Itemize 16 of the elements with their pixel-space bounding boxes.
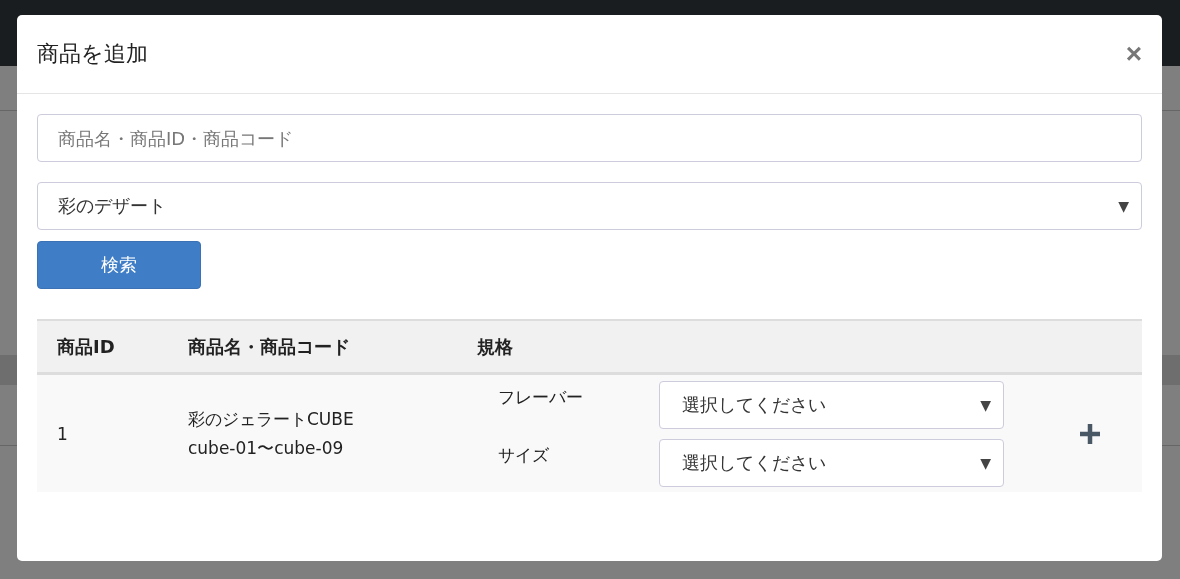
product-code: cube-01〜cube-09 <box>188 436 345 460</box>
spec-label: フレーバー <box>498 386 584 409</box>
column-header: 商品ID <box>56 334 116 359</box>
spec-label: サイズ <box>498 444 550 467</box>
spec-select[interactable]: 選択してください ▼ <box>659 380 1004 429</box>
column-header: 規格 <box>477 334 513 359</box>
product-id-cell-text: 1 <box>56 423 69 444</box>
search-button[interactable]: 検索 <box>37 241 201 289</box>
add-icon[interactable] <box>1078 421 1102 446</box>
column-header: 商品名・商品コード <box>187 334 351 359</box>
modal-title: 商品を追加 <box>37 40 148 68</box>
spec-select[interactable]: 選択してください ▼ <box>659 438 1004 487</box>
product-name: 彩のジェラートCUBE <box>188 407 355 431</box>
category-select[interactable]: 彩のデザート ▼ <box>37 182 1142 230</box>
close-button[interactable]: × <box>1125 40 1142 68</box>
search-field[interactable]: 商品名・商品ID・商品コード <box>37 114 1142 162</box>
